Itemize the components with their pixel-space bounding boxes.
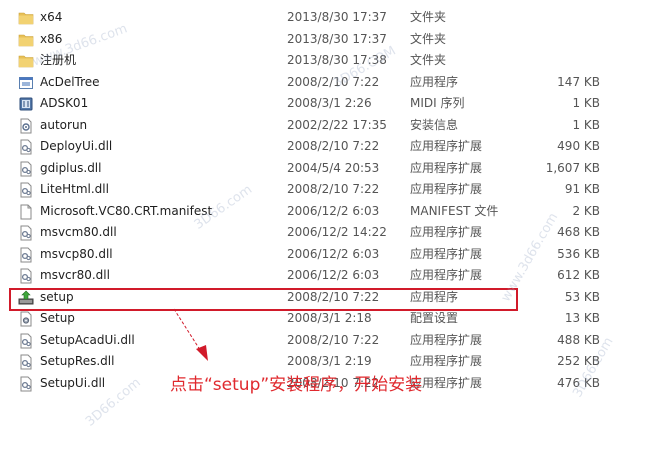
- folder-icon: [18, 10, 34, 26]
- setup-info-icon: [18, 118, 34, 134]
- setup-highlight-box: [9, 288, 518, 311]
- file-type: 文件夹: [410, 31, 447, 46]
- file-date: 2008/3/1 2:18: [287, 311, 372, 325]
- file-date: 2008/2/10 7:22: [287, 139, 380, 153]
- file-size: 13 KB: [564, 311, 600, 325]
- dll-file-icon: [18, 139, 34, 155]
- file-name: LiteHtml.dll: [40, 182, 109, 196]
- file-date: 2006/12/2 6:03: [287, 268, 380, 282]
- file-date: 2008/3/1 2:26: [287, 96, 372, 110]
- file-row-注册机[interactable]: 注册机 2013/8/30 17:38 文件夹: [0, 50, 650, 72]
- file-date: 2006/12/2 14:22: [287, 225, 387, 239]
- blank-file-icon: [18, 204, 34, 220]
- file-size: 488 KB: [557, 332, 600, 347]
- file-size: 468 KB: [557, 225, 600, 239]
- config-file-icon: [18, 311, 34, 327]
- file-row-msvcm80-dll[interactable]: msvcm80.dll 2006/12/2 14:22 应用程序扩展 468 KB: [0, 222, 650, 244]
- file-row-adsk01[interactable]: ADSK01 2008/3/1 2:26 MIDI 序列 1 KB: [0, 93, 650, 115]
- folder-icon: [18, 53, 34, 69]
- file-size: 91 KB: [564, 182, 600, 196]
- file-date: 2008/2/10 7:22: [287, 74, 380, 89]
- file-name: 注册机: [40, 53, 77, 67]
- file-row-litehtml-dll[interactable]: LiteHtml.dll 2008/2/10 7:22 应用程序扩展 91 KB: [0, 179, 650, 201]
- file-name: gdiplus.dll: [40, 160, 102, 175]
- file-name: x86: [40, 31, 63, 46]
- file-row-gdiplus-dll[interactable]: gdiplus.dll 2004/5/4 20:53 应用程序扩展 1,607 KB: [0, 158, 650, 180]
- file-name: SetupAcadUi.dll: [40, 332, 135, 347]
- annotation-text: 点击“setup”安装程序，开始安装: [170, 375, 423, 395]
- file-name: msvcr80.dll: [40, 268, 110, 282]
- file-date: 2004/5/4 20:53: [287, 160, 380, 175]
- file-date: 2008/2/10 7:22: [287, 182, 380, 196]
- dll-file-icon: [18, 182, 34, 198]
- file-name: Microsoft.VC80.CRT.manifest: [40, 203, 213, 218]
- file-name: Setup: [40, 311, 75, 325]
- file-size: 612 KB: [557, 268, 600, 282]
- file-name: DeployUi.dll: [40, 139, 113, 153]
- dll-file-icon: [18, 354, 34, 370]
- file-row-microsoft-vc80-crt-manifest[interactable]: Microsoft.VC80.CRT.manifest 2006/12/2 6:0…: [0, 201, 650, 223]
- dll-file-icon: [18, 225, 34, 241]
- dll-file-icon: [18, 333, 34, 349]
- file-size: 53 KB: [564, 289, 600, 304]
- file-date: 2006/12/2 6:03: [287, 203, 380, 218]
- application-icon: [18, 75, 34, 91]
- file-date: 2002/2/22 17:35: [287, 117, 387, 132]
- file-size: 1 KB: [572, 117, 600, 132]
- file-row-setup[interactable]: Setup 2008/3/1 2:18 配置设置 13 KB: [0, 308, 650, 330]
- dll-file-icon: [18, 376, 34, 392]
- dll-file-icon: [18, 247, 34, 263]
- dll-file-icon: [18, 268, 34, 284]
- file-name: msvcp80.dll: [40, 246, 113, 261]
- file-row-x64[interactable]: x64 2013/8/30 17:37 文件夹: [0, 7, 650, 29]
- midi-file-icon: [18, 96, 34, 112]
- file-row-msvcp80-dll[interactable]: msvcp80.dll 2006/12/2 6:03 应用程序扩展 536 KB: [0, 244, 650, 266]
- annotation-arrow: [173, 308, 208, 361]
- file-size: 2 KB: [572, 203, 600, 218]
- file-size: 252 KB: [557, 354, 600, 368]
- folder-icon: [18, 32, 34, 48]
- file-name: msvcm80.dll: [40, 225, 117, 239]
- file-date: 2013/8/30 17:37: [287, 31, 387, 46]
- file-row-x86[interactable]: x86 2013/8/30 17:37 文件夹: [0, 29, 650, 51]
- file-row-msvcr80-dll[interactable]: msvcr80.dll 2006/12/2 6:03 应用程序扩展 612 KB: [0, 265, 650, 287]
- file-size: 1,607 KB: [545, 160, 600, 175]
- file-name: ADSK01: [40, 96, 89, 110]
- file-type: 文件夹: [410, 10, 447, 24]
- file-row-deployui-dll[interactable]: DeployUi.dll 2008/2/10 7:22 应用程序扩展 490 KB: [0, 136, 650, 158]
- file-name: autorun: [40, 117, 88, 132]
- file-row-setupacadui-dll[interactable]: SetupAcadUi.dll 2008/2/10 7:22 应用程序扩展 488 K…: [0, 330, 650, 352]
- file-size: 490 KB: [557, 139, 600, 153]
- file-row-acdeltree[interactable]: AcDelTree 2008/2/10 7:22 应用程序 147 KB: [0, 72, 650, 94]
- file-size: 147 KB: [557, 74, 600, 89]
- file-date: 2006/12/2 6:03: [287, 246, 380, 261]
- file-date: 2013/8/30 17:37: [287, 10, 387, 24]
- file-row-autorun[interactable]: autorun 2002/2/22 17:35 安装信息 1 KB: [0, 115, 650, 137]
- file-date: 2013/8/30 17:38: [287, 53, 387, 67]
- file-size: 1 KB: [572, 96, 600, 110]
- file-size: 476 KB: [557, 375, 600, 390]
- file-date: 2008/2/10 7:22: [287, 332, 380, 347]
- file-name: AcDelTree: [40, 74, 100, 89]
- file-name: x64: [40, 10, 63, 24]
- file-size: 536 KB: [557, 246, 600, 261]
- dll-file-icon: [18, 161, 34, 177]
- file-type: 文件夹: [410, 53, 447, 67]
